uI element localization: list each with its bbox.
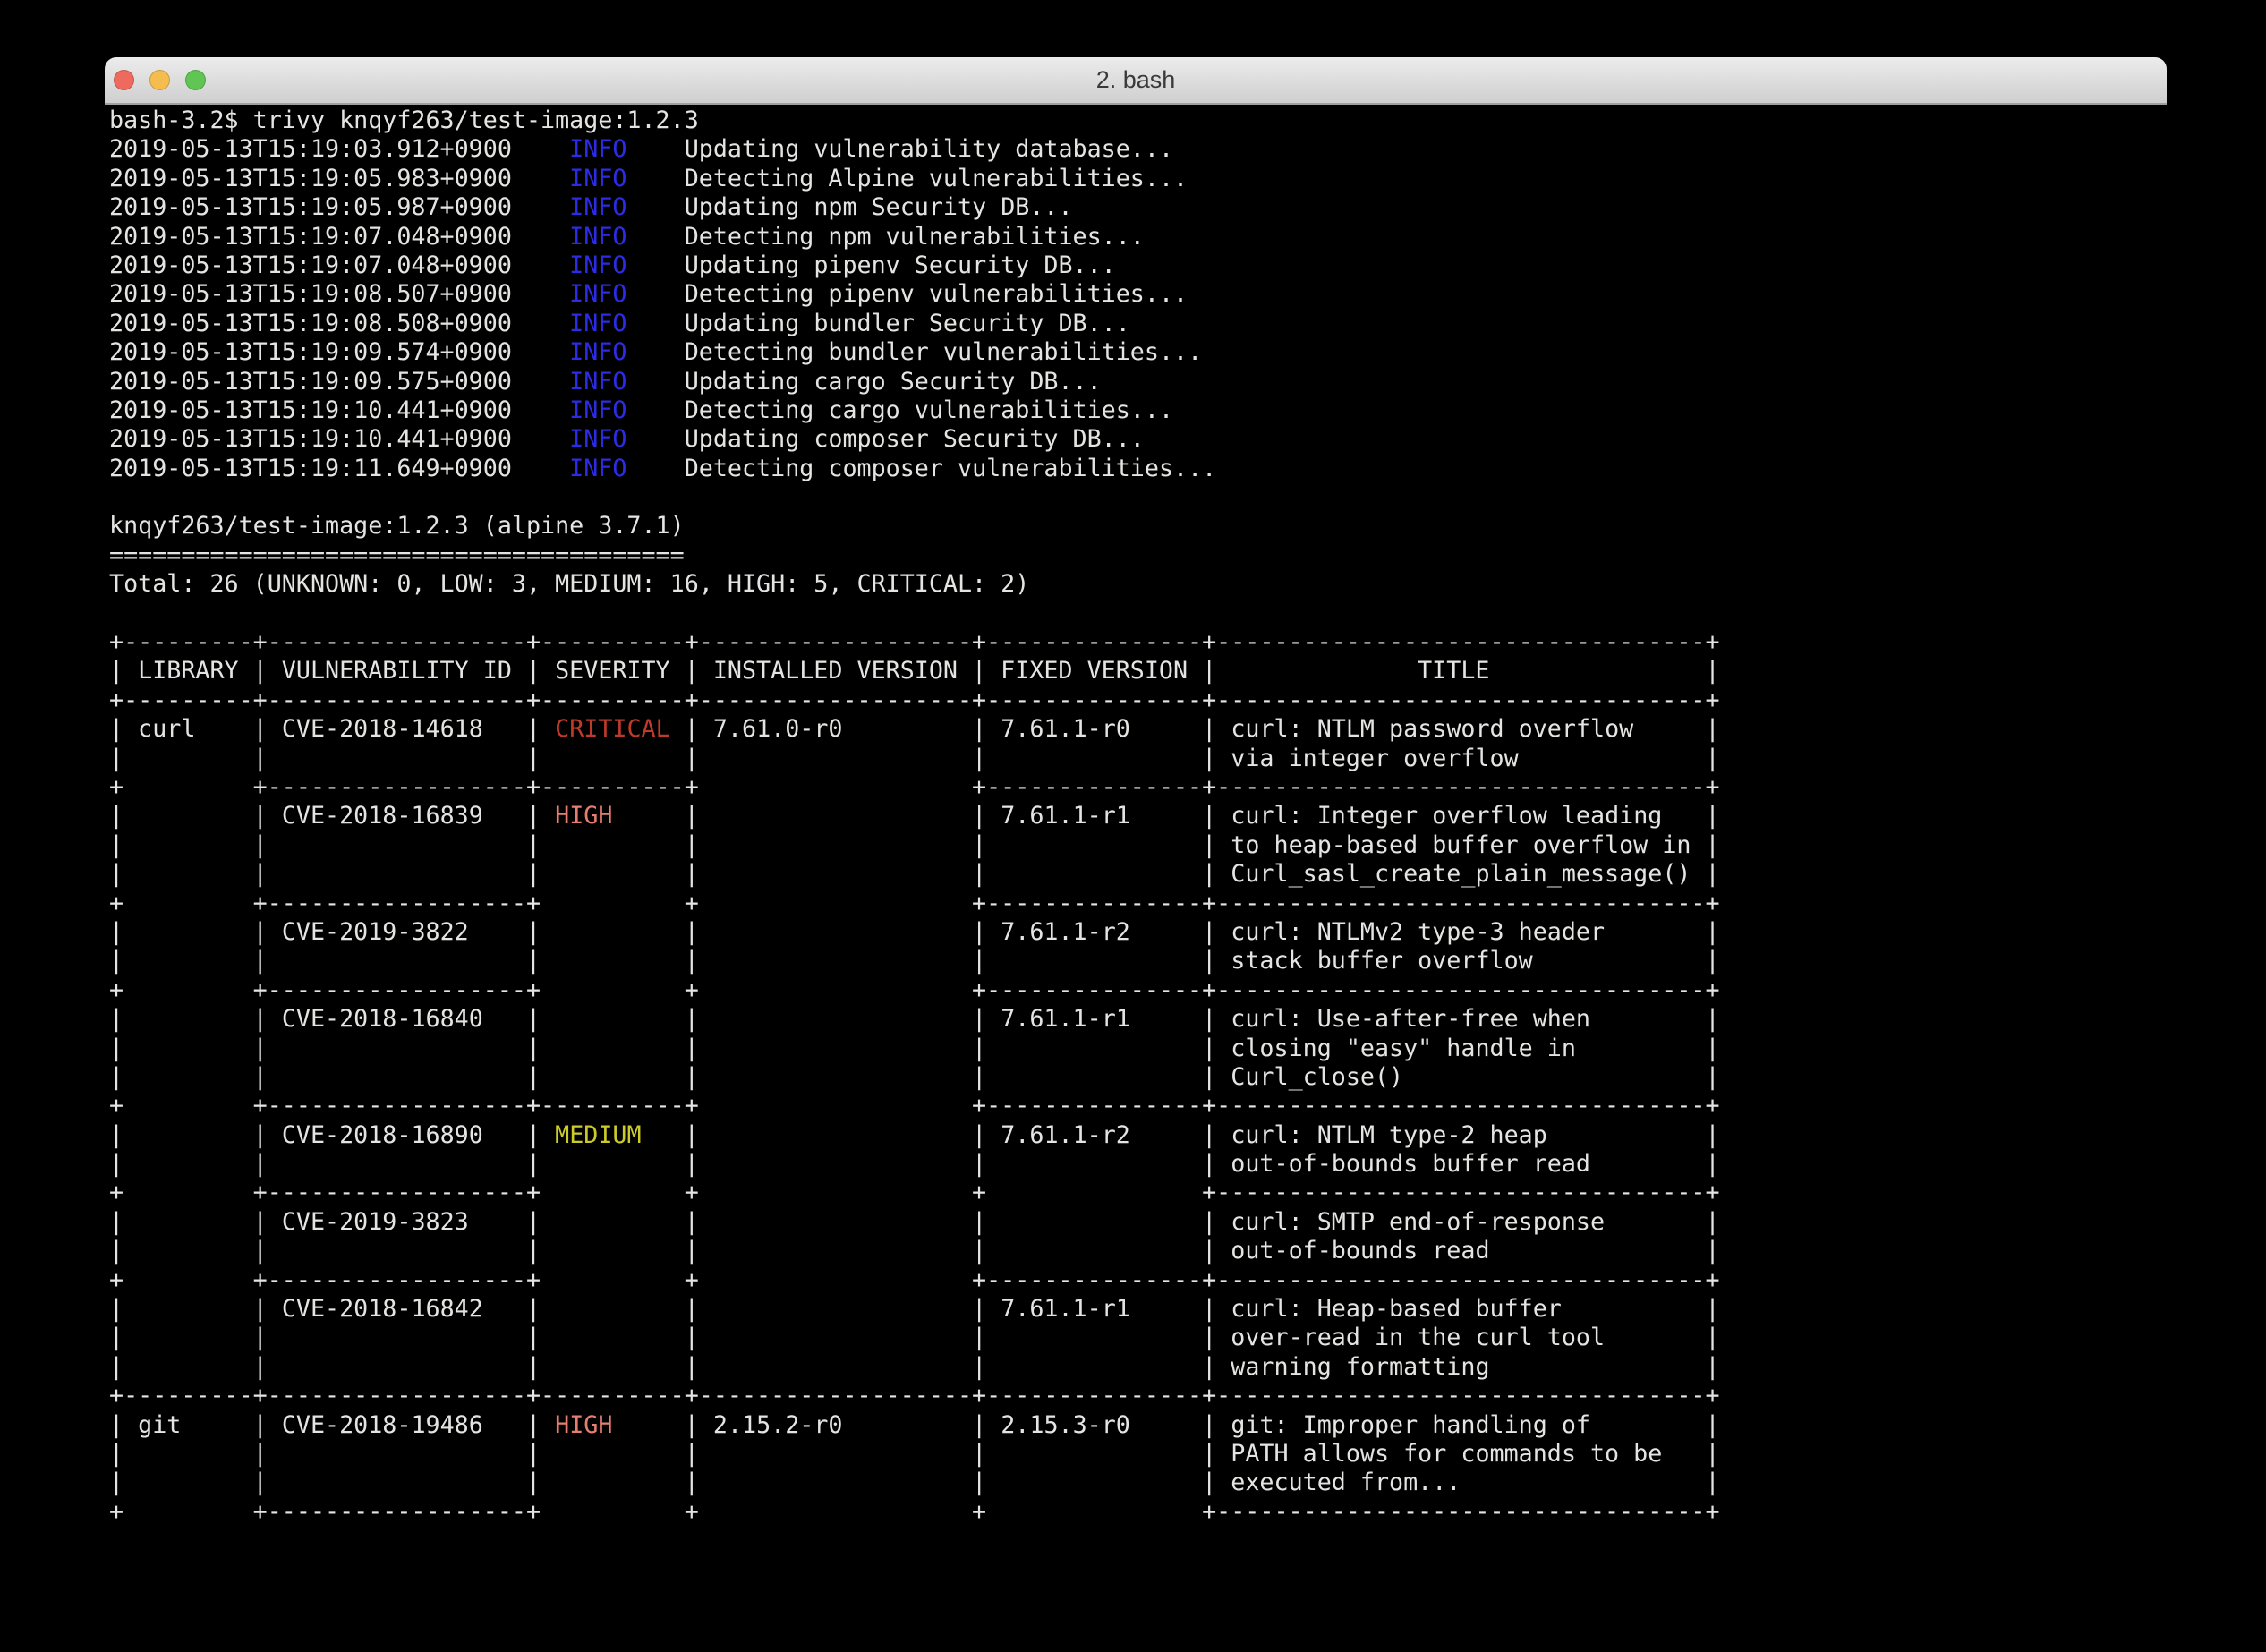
blank-line [109, 600, 2167, 628]
table-row-line: | | CVE-2019-3822 | | | 7.61.1-r2 | curl… [109, 918, 2167, 947]
log-line: 2019-05-13T15:19:03.912+0900 INFO Updati… [109, 135, 2167, 164]
log-line: 2019-05-13T15:19:09.574+0900 INFO Detect… [109, 338, 2167, 367]
log-timestamp: 2019-05-13T15:19:08.507+0900 [109, 280, 512, 308]
log-message: Detecting pipenv vulnerabilities... [626, 280, 1188, 308]
log-level: INFO [569, 223, 626, 251]
table-row-line: | | | | | | closing "easy" handle in | [109, 1035, 2167, 1063]
table-row-line: | | | | | | out-of-bounds buffer read | [109, 1150, 2167, 1179]
table-separator: + +------------------+ + +--------------… [109, 976, 2167, 1005]
prompt-line: bash-3.2$ trivy knqyf263/test-image:1.2.… [109, 106, 2167, 135]
blank-line [109, 483, 2167, 512]
log-message: Detecting Alpine vulnerabilities... [626, 165, 1188, 192]
log-message: Updating pipenv Security DB... [626, 251, 1115, 279]
log-level: INFO [569, 280, 626, 308]
log-message: Detecting npm vulnerabilities... [626, 223, 1144, 251]
table-row-line: | | | | | | PATH allows for commands to … [109, 1440, 2167, 1469]
log-timestamp: 2019-05-13T15:19:05.987+0900 [109, 193, 512, 221]
log-line: 2019-05-13T15:19:07.048+0900 INFO Updati… [109, 251, 2167, 280]
table-row-line: | | CVE-2018-16839 | HIGH | | 7.61.1-r1 … [109, 802, 2167, 830]
log-line: 2019-05-13T15:19:11.649+0900 INFO Detect… [109, 455, 2167, 483]
vulnerability-summary: Total: 26 (UNKNOWN: 0, LOW: 3, MEDIUM: 1… [109, 570, 1029, 598]
artifact-name: knqyf263/test-image:1.2.3 (alpine 3.7.1) [109, 512, 685, 540]
table-row-line: | | CVE-2019-3823 | | | | curl: SMTP end… [109, 1208, 2167, 1237]
table-row-line: | | CVE-2018-16842 | | | 7.61.1-r1 | cur… [109, 1295, 2167, 1324]
summary-line: Total: 26 (UNKNOWN: 0, LOW: 3, MEDIUM: 1… [109, 570, 2167, 599]
table-separator: + +------------------+ + +--------------… [109, 1266, 2167, 1295]
log-level: INFO [569, 165, 626, 192]
artifact-line: knqyf263/test-image:1.2.3 (alpine 3.7.1) [109, 512, 2167, 541]
terminal-screen[interactable]: bash-3.2$ trivy knqyf263/test-image:1.2.… [105, 105, 2167, 1652]
table-row-line: | | | | | | via integer overflow | [109, 745, 2167, 773]
log-level: INFO [569, 338, 626, 366]
table-row-line: | | | | | | Curl_close() | [109, 1063, 2167, 1092]
table-row-line: | | | | | | over-read in the curl tool | [109, 1324, 2167, 1352]
table-separator: +---------+------------------+----------… [109, 1382, 2167, 1410]
log-message: Updating cargo Security DB... [626, 368, 1101, 396]
table-row-line: | | | | | | out-of-bounds read | [109, 1237, 2167, 1265]
terminal-window: 2. bash bash-3.2$ trivy knqyf263/test-im… [105, 57, 2167, 1652]
log-timestamp: 2019-05-13T15:19:08.508+0900 [109, 310, 512, 337]
log-line: 2019-05-13T15:19:10.441+0900 INFO Updati… [109, 425, 2167, 454]
log-timestamp: 2019-05-13T15:19:09.574+0900 [109, 338, 512, 366]
title-bar[interactable]: 2. bash [105, 57, 2167, 105]
table-separator: + +------------------+----------+ +-----… [109, 773, 2167, 802]
severity-cell: HIGH [555, 802, 612, 830]
table-separator: + +------------------+ + + +------------… [109, 1179, 2167, 1207]
table-separator: + +------------------+ + +--------------… [109, 890, 2167, 918]
table-row-line: | | CVE-2018-16890 | MEDIUM | | 7.61.1-r… [109, 1121, 2167, 1150]
log-timestamp: 2019-05-13T15:19:07.048+0900 [109, 223, 512, 251]
log-timestamp: 2019-05-13T15:19:09.575+0900 [109, 368, 512, 396]
log-message: Updating composer Security DB... [626, 425, 1144, 453]
log-line: 2019-05-13T15:19:08.508+0900 INFO Updati… [109, 310, 2167, 338]
log-timestamp: 2019-05-13T15:19:10.441+0900 [109, 396, 512, 424]
log-level: INFO [569, 396, 626, 424]
log-line: 2019-05-13T15:19:09.575+0900 INFO Updati… [109, 368, 2167, 396]
log-level: INFO [569, 455, 626, 482]
log-level: INFO [569, 368, 626, 396]
window-title: 2. bash [105, 57, 2167, 103]
table-row-line: | | CVE-2018-16840 | | | 7.61.1-r1 | cur… [109, 1005, 2167, 1034]
log-level: INFO [569, 193, 626, 221]
log-message: Updating vulnerability database... [626, 135, 1173, 163]
log-timestamp: 2019-05-13T15:19:03.912+0900 [109, 135, 512, 163]
terminal-output: bash-3.2$ trivy knqyf263/test-image:1.2.… [109, 106, 2167, 1527]
log-level: INFO [569, 251, 626, 279]
log-message: Detecting bundler vulnerabilities... [626, 338, 1202, 366]
table-row-line: | | | | | | warning formatting | [109, 1353, 2167, 1382]
log-level: INFO [569, 425, 626, 453]
log-message: Detecting cargo vulnerabilities... [626, 396, 1173, 424]
table-row-line: | | | | | | Curl_sasl_create_plain_messa… [109, 860, 2167, 889]
log-line: 2019-05-13T15:19:05.983+0900 INFO Detect… [109, 165, 2167, 193]
log-line: 2019-05-13T15:19:10.441+0900 INFO Detect… [109, 396, 2167, 425]
table-row-line: | curl | CVE-2018-14618 | CRITICAL | 7.6… [109, 715, 2167, 744]
log-line: 2019-05-13T15:19:07.048+0900 INFO Detect… [109, 223, 2167, 251]
log-timestamp: 2019-05-13T15:19:05.983+0900 [109, 165, 512, 192]
table-header-cells: | LIBRARY | VULNERABILITY ID | SEVERITY … [109, 657, 1720, 685]
log-message: Detecting composer vulnerabilities... [626, 455, 1216, 482]
table-header-row: | LIBRARY | VULNERABILITY ID | SEVERITY … [109, 657, 2167, 685]
log-message: Updating bundler Security DB... [626, 310, 1129, 337]
log-line: 2019-05-13T15:19:08.507+0900 INFO Detect… [109, 280, 2167, 309]
table-separator: + +------------------+----------+ +-----… [109, 1092, 2167, 1120]
table-separator: + +------------------+ + + +------------… [109, 1498, 2167, 1527]
severity-cell: HIGH [555, 1411, 612, 1439]
severity-cell: MEDIUM [555, 1121, 641, 1149]
log-message: Updating npm Security DB... [626, 193, 1072, 221]
table-border: +---------+------------------+----------… [109, 628, 2167, 657]
table-border: +---------+------------------+----------… [109, 686, 2167, 715]
table-row-line: | | | | | | stack buffer overflow | [109, 947, 2167, 975]
table-row-line: | | | | | | executed from... | [109, 1469, 2167, 1497]
log-line: 2019-05-13T15:19:05.987+0900 INFO Updati… [109, 193, 2167, 222]
severity-cell: CRITICAL [555, 715, 670, 743]
log-timestamp: 2019-05-13T15:19:07.048+0900 [109, 251, 512, 279]
table-row-line: | git | CVE-2018-19486 | HIGH | 2.15.2-r… [109, 1411, 2167, 1440]
table-row-line: | | | | | | to heap-based buffer overflo… [109, 831, 2167, 860]
log-level: INFO [569, 135, 626, 163]
artifact-underline: ======================================== [109, 541, 2167, 570]
log-level: INFO [569, 310, 626, 337]
log-timestamp: 2019-05-13T15:19:11.649+0900 [109, 455, 512, 482]
log-timestamp: 2019-05-13T15:19:10.441+0900 [109, 425, 512, 453]
